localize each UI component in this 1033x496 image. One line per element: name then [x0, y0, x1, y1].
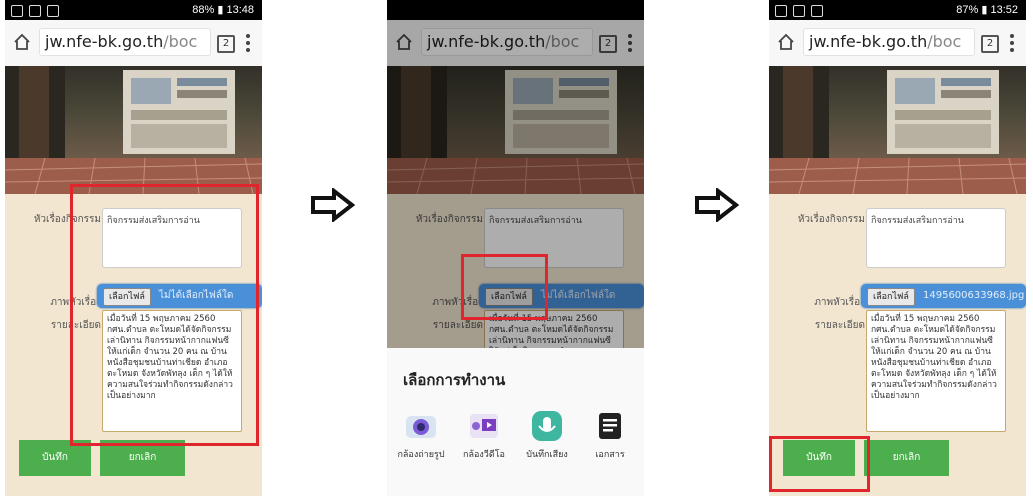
url-host: jw.nfe-bk.go.th	[45, 32, 164, 51]
highlight-choose-file	[461, 254, 548, 320]
camera-icon	[406, 416, 436, 438]
choose-file-button[interactable]: เลือกไฟล์	[867, 288, 915, 306]
overflow-menu-icon[interactable]	[1010, 34, 1014, 52]
address-bar[interactable]: jw.nfe-bk.go.th/boc	[39, 28, 211, 56]
file-input[interactable]: เลือกไฟล์ 1495600633968.jpg	[861, 284, 1026, 308]
status-battery-time: 88% ▮ 13:48	[192, 4, 254, 16]
home-icon[interactable]	[13, 33, 31, 51]
browser-toolbar: jw.nfe-bk.go.th/boc 2	[5, 20, 262, 67]
document-option-label: เอกสาร	[595, 450, 625, 460]
action-sheet: เลือกการทำงาน กล้องถ่ายรูป กล้องวีดีโอ บ…	[387, 348, 644, 496]
camera-option-label: กล้องถ่ายรูป	[397, 450, 445, 460]
phone-screen-2: jw.nfe-bk.go.th/boc 2 หัวเรื่องกิจกรรม ก…	[387, 0, 644, 496]
image-label: ภาพหัวเรื่อง	[814, 297, 865, 308]
detail-textarea[interactable]: เมื่อวันที่ 15 พฤษภาคม 2560 กศน.ตำบล ตะโ…	[866, 310, 1006, 432]
status-bar: 87% ▮ 13:52	[769, 0, 1026, 20]
url-host: jw.nfe-bk.go.th	[809, 32, 928, 51]
right-arrow-icon	[311, 188, 356, 222]
action-sheet-title: เลือกการทำงาน	[403, 371, 506, 389]
right-arrow-icon	[695, 188, 740, 222]
highlight-save-button	[769, 436, 870, 492]
notification-icons	[11, 0, 59, 17]
voice-recorder-icon	[532, 411, 562, 441]
video-camera-option-label: กล้องวีดีโอ	[463, 450, 505, 460]
voice-recorder-option-label: บันทึกเสียง	[526, 450, 568, 460]
cancel-button[interactable]: ยกเลิก	[864, 440, 949, 476]
url-path: /boc	[927, 32, 962, 51]
header-photo	[5, 66, 262, 194]
home-icon[interactable]	[777, 33, 795, 51]
phone-screen-3: 87% ▮ 13:52 jw.nfe-bk.go.th/boc 2 หัวเรื…	[769, 0, 1026, 496]
url-path: /boc	[163, 32, 198, 51]
status-bar	[387, 0, 644, 20]
video-camera-icon	[470, 414, 498, 438]
status-battery-time: 87% ▮ 13:52	[956, 4, 1018, 16]
detail-label: รายละเอียด	[814, 320, 865, 331]
camera-option[interactable]: กล้องถ่ายรูป	[391, 408, 451, 461]
tab-switcher-icon[interactable]: 2	[217, 35, 235, 53]
address-bar[interactable]: jw.nfe-bk.go.th/boc	[803, 28, 975, 56]
overflow-menu-icon[interactable]	[246, 34, 250, 52]
document-option[interactable]: เอกสาร	[580, 408, 640, 461]
title-label: หัวเรื่องกิจกรรม	[797, 214, 865, 225]
notification-icons	[775, 0, 823, 17]
document-icon	[599, 413, 621, 439]
video-camera-option[interactable]: กล้องวีดีโอ	[454, 408, 514, 461]
selected-file-name: 1495600633968.jpg	[923, 290, 1025, 301]
phone-screen-1: 88% ▮ 13:48 jw.nfe-bk.go.th/boc 2 หัวเรื…	[5, 0, 262, 496]
tab-switcher-icon[interactable]: 2	[981, 35, 999, 53]
voice-recorder-option[interactable]: บันทึกเสียง	[517, 408, 577, 461]
highlight-form-box	[70, 184, 259, 446]
header-photo	[769, 66, 1026, 194]
browser-toolbar: jw.nfe-bk.go.th/boc 2	[769, 20, 1026, 67]
title-textarea[interactable]: กิจกรรมส่งเสริมการอ่าน	[866, 208, 1006, 268]
status-bar: 88% ▮ 13:48	[5, 0, 262, 20]
